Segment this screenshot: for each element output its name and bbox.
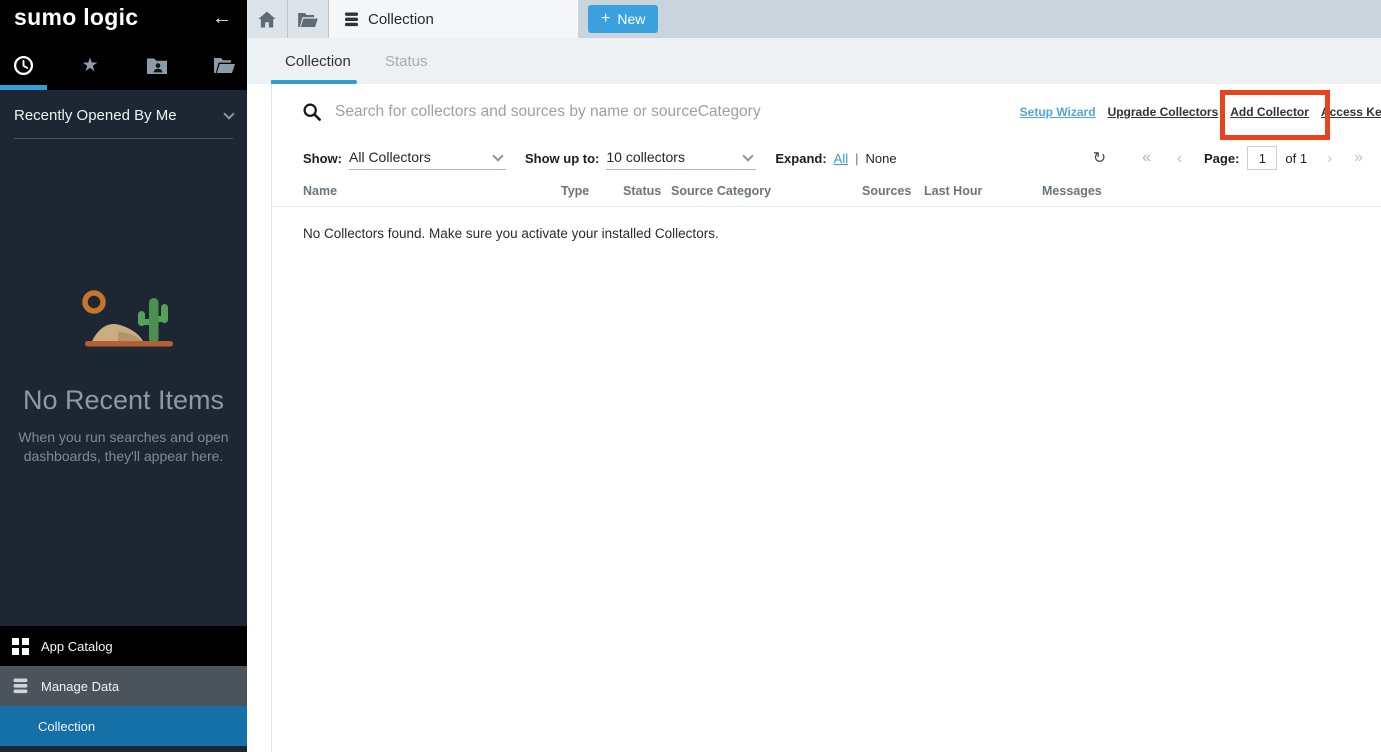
top-tab-strip: Collection + New [247, 0, 1381, 38]
recently-opened-label: Recently Opened By Me [14, 107, 177, 124]
show-filter-dropdown[interactable]: All Collectors [349, 146, 506, 170]
left-sidebar: sumo logic ← ★ [0, 0, 247, 752]
collectors-toolbar: Show: All Collectors Show up to: 10 coll… [272, 140, 1381, 176]
collection-main-panel: Setup Wizard Upgrade Collectors Add Coll… [271, 84, 1381, 752]
column-last-hour: Last Hour [924, 184, 1042, 198]
access-keys-link[interactable]: Access Keys [1321, 105, 1381, 119]
database-icon [344, 12, 359, 27]
pagination-controls: ↻ « ‹ Page: of 1 › » [1093, 146, 1369, 170]
column-messages: Messages [1042, 184, 1381, 198]
database-icon [12, 678, 29, 694]
library-tab-button[interactable] [288, 0, 329, 38]
setup-wizard-link[interactable]: Setup Wizard [1020, 105, 1096, 119]
sidebar-item-collection[interactable]: Collection [0, 706, 247, 746]
manage-data-label: Manage Data [41, 679, 119, 694]
no-recent-items-title: No Recent Items [0, 385, 247, 416]
upgrade-collectors-link[interactable]: Upgrade Collectors [1108, 105, 1219, 119]
plus-icon: + [601, 11, 610, 27]
show-filter-value: All Collectors [349, 149, 431, 165]
no-recent-items-description: When you run searches and open dashboard… [15, 428, 233, 466]
tab-status[interactable]: Status [385, 53, 428, 70]
no-collectors-message: No Collectors found. Make sure you activ… [303, 226, 1381, 241]
sidebar-item-app-catalog[interactable]: App Catalog [0, 626, 247, 666]
column-source-category: Source Category [671, 184, 862, 198]
page-size-value: 10 collectors [606, 149, 685, 165]
expand-all-link[interactable]: All [834, 151, 848, 166]
collection-subnav: Collection Status [247, 38, 1381, 84]
search-input[interactable] [335, 103, 1020, 121]
column-sources: Sources [862, 184, 924, 198]
open-folder-icon [298, 12, 318, 27]
app-catalog-label: App Catalog [41, 639, 113, 654]
last-page-icon[interactable]: » [1354, 149, 1363, 167]
sidebar-icon-nav: ★ [0, 50, 247, 80]
new-button[interactable]: + New [588, 5, 658, 33]
column-name: Name [303, 184, 561, 198]
expand-none-link[interactable]: None [866, 151, 897, 166]
home-icon [258, 11, 276, 28]
chevron-down-icon [743, 150, 754, 161]
recents-clock-icon[interactable] [12, 54, 34, 76]
column-status: Status [623, 184, 671, 198]
personal-folder-icon[interactable] [146, 54, 168, 76]
chevron-down-icon [223, 108, 234, 119]
refresh-icon[interactable]: ↻ [1093, 148, 1106, 168]
add-collector-link[interactable]: Add Collector [1230, 105, 1309, 119]
desert-cactus-illustration [63, 288, 185, 354]
show-up-to-label: Show up to: [525, 151, 599, 166]
collection-window-tab[interactable]: Collection [329, 0, 578, 38]
collector-action-links: Setup Wizard Upgrade Collectors Add Coll… [1020, 105, 1381, 119]
sidebar-item-manage-data[interactable]: Manage Data [0, 666, 247, 706]
next-page-icon[interactable]: › [1327, 150, 1332, 167]
collection-label: Collection [38, 719, 95, 734]
search-icon [303, 103, 321, 121]
expand-separator: | [855, 151, 858, 166]
show-label: Show: [303, 151, 342, 166]
library-folder-icon[interactable] [213, 54, 235, 76]
collection-tab-label: Collection [368, 11, 434, 28]
tab-collection[interactable]: Collection [285, 53, 351, 70]
expand-label: Expand: [775, 151, 826, 166]
sidebar-bottom-menu: App Catalog Manage Data Collection [0, 626, 247, 746]
previous-page-icon[interactable]: ‹ [1177, 150, 1182, 167]
sumo-logic-logo: sumo logic [14, 4, 138, 31]
page-total: of 1 [1285, 151, 1307, 166]
home-tab-button[interactable] [247, 0, 288, 38]
first-page-icon[interactable]: « [1142, 149, 1151, 167]
recently-opened-selector[interactable]: Recently Opened By Me [14, 90, 233, 139]
new-button-label: New [617, 11, 645, 27]
search-row: Setup Wizard Upgrade Collectors Add Coll… [272, 84, 1381, 140]
sidebar-header: sumo logic ← ★ [0, 0, 247, 90]
selected-nav-indicator [0, 85, 47, 90]
favorites-star-icon[interactable]: ★ [79, 54, 101, 76]
page-label: Page: [1204, 151, 1239, 166]
column-type: Type [561, 184, 623, 198]
collectors-table-header: Name Type Status Source Category Sources… [272, 176, 1381, 207]
page-number-input[interactable] [1247, 146, 1277, 170]
app-grid-icon [12, 638, 29, 655]
sidebar-empty-state: No Recent Items When you run searches an… [0, 288, 247, 466]
page-size-dropdown[interactable]: 10 collectors [606, 146, 756, 170]
collapse-sidebar-icon[interactable]: ← [212, 7, 232, 30]
chevron-down-icon [492, 150, 503, 161]
